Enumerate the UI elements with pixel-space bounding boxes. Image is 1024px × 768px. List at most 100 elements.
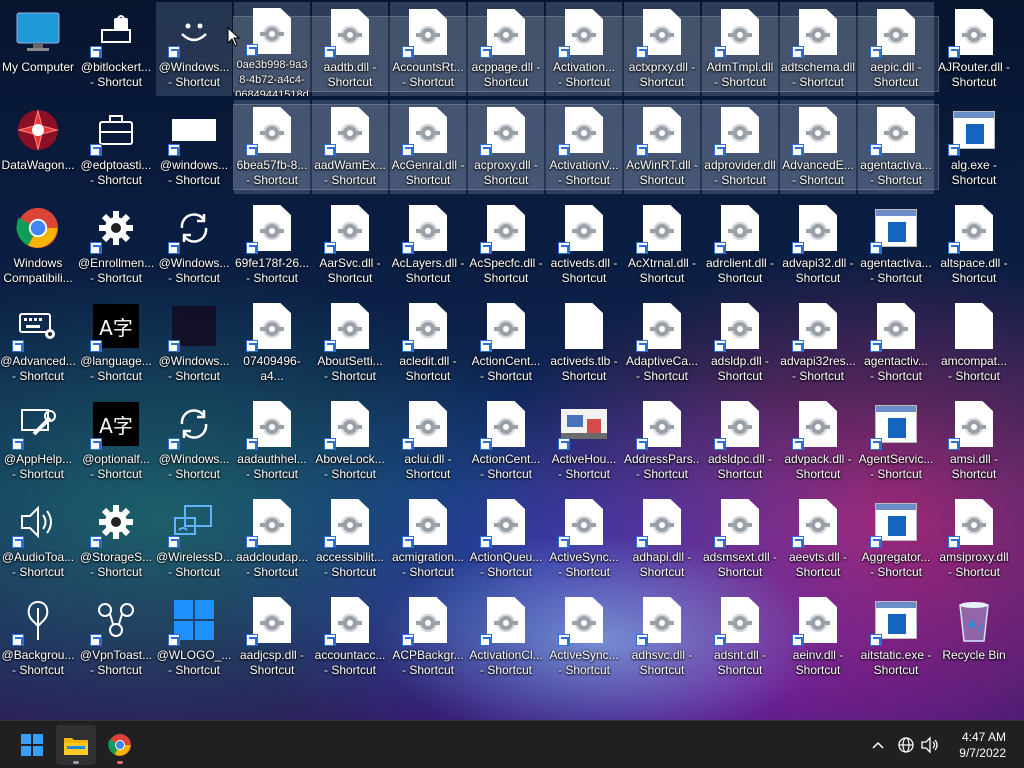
shortcut-arrow-icon <box>792 242 804 254</box>
desktop-icon[interactable]: ActiveSync... - Shortcut <box>546 492 622 586</box>
desktop-icon[interactable]: Windows Compatibili... <box>0 198 76 292</box>
desktop-icon[interactable]: aadWamEx... - Shortcut <box>312 100 388 194</box>
desktop-icon[interactable]: ActionCent... - Shortcut <box>468 296 544 390</box>
desktop-icon[interactable]: ActiveSync... - Shortcut <box>546 590 622 684</box>
desktop-icon[interactable]: Aggregator... - Shortcut <box>858 492 934 586</box>
desktop-icon[interactable]: A字 @language... - Shortcut <box>78 296 154 390</box>
desktop-icon[interactable]: adhapi.dll - Shortcut <box>624 492 700 586</box>
desktop-icon[interactable]: accessibilit... - Shortcut <box>312 492 388 586</box>
desktop-icon[interactable]: @edptoasti... - Shortcut <box>78 100 154 194</box>
desktop-icon[interactable]: @StorageS... - Shortcut <box>78 492 154 586</box>
desktop-icon[interactable]: aadjcsp.dll - Shortcut <box>234 590 310 684</box>
desktop-icon[interactable]: aadauthhel... - Shortcut <box>234 394 310 488</box>
desktop-icon[interactable]: DataWagon... <box>0 100 76 194</box>
desktop-icon[interactable]: 69fe178f-26... - Shortcut <box>234 198 310 292</box>
desktop-icon[interactable]: adsldpc.dll - Shortcut <box>702 394 778 488</box>
desktop-icon[interactable]: activeds.dll - Shortcut <box>546 198 622 292</box>
desktop-icon[interactable]: advapi32res... - Shortcut <box>780 296 856 390</box>
desktop-icon[interactable]: adsmsext.dll - Shortcut <box>702 492 778 586</box>
desktop-icon[interactable]: AcXtrnal.dll - Shortcut <box>624 198 700 292</box>
desktop-icon[interactable]: AcWinRT.dll - Shortcut <box>624 100 700 194</box>
desktop-icon[interactable]: AgentServic... - Shortcut <box>858 394 934 488</box>
desktop-icon[interactable]: 6bea57fb-8... - Shortcut <box>234 100 310 194</box>
desktop-icon[interactable]: ACPBackgr... - Shortcut <box>390 590 466 684</box>
desktop-icon[interactable]: @Enrollmen... - Shortcut <box>78 198 154 292</box>
desktop-icon[interactable]: aeinv.dll - Shortcut <box>780 590 856 684</box>
desktop-icon[interactable]: acmigration... - Shortcut <box>390 492 466 586</box>
chrome-button[interactable] <box>100 725 140 765</box>
desktop-icon[interactable]: agentactiv... - Shortcut <box>858 296 934 390</box>
desktop-icon[interactable]: activeds.tlb - Shortcut <box>546 296 622 390</box>
desktop-icon[interactable]: aclui.dll - Shortcut <box>390 394 466 488</box>
network-globe-icon[interactable] <box>896 733 916 757</box>
desktop-icon[interactable]: @Backgrou... - Shortcut <box>0 590 76 684</box>
desktop-icon[interactable]: AccountsRt... - Shortcut <box>390 2 466 96</box>
desktop-icon[interactable]: ActionCent... - Shortcut <box>468 394 544 488</box>
desktop-icon[interactable]: alg.exe - Shortcut <box>936 100 1012 194</box>
desktop-icon[interactable]: AcGenral.dll - Shortcut <box>390 100 466 194</box>
desktop-icon[interactable]: adsnt.dll - Shortcut <box>702 590 778 684</box>
show-hidden-icons-chevron-icon[interactable] <box>868 733 888 757</box>
desktop-icon[interactable]: @Windows... - Shortcut <box>156 296 232 390</box>
desktop-icon[interactable]: agentactiva... - Shortcut <box>858 100 934 194</box>
file-explorer-button[interactable] <box>56 725 96 765</box>
desktop-icon[interactable]: @Advanced... - Shortcut <box>0 296 76 390</box>
desktop-icon[interactable]: aeevts.dll - Shortcut <box>780 492 856 586</box>
desktop-icon[interactable]: ActivationV... - Shortcut <box>546 100 622 194</box>
desktop-icon[interactable]: AdaptiveCa... - Shortcut <box>624 296 700 390</box>
desktop-icon[interactable]: actxprxy.dll - Shortcut <box>624 2 700 96</box>
desktop-icon[interactable]: aadtb.dll - Shortcut <box>312 2 388 96</box>
desktop-icon[interactable]: A字 @optionalf... - Shortcut <box>78 394 154 488</box>
desktop-icon[interactable]: @AudioToa... - Shortcut <box>0 492 76 586</box>
desktop-icon[interactable]: ActiveHou... - Shortcut <box>546 394 622 488</box>
desktop-icon[interactable]: ActionQueu... - Shortcut <box>468 492 544 586</box>
desktop-icon[interactable]: adsldp.dll - Shortcut <box>702 296 778 390</box>
desktop-icon[interactable]: @VpnToast... - Shortcut <box>78 590 154 684</box>
desktop-icon[interactable]: advpack.dll - Shortcut <box>780 394 856 488</box>
desktop-icon[interactable]: aepic.dll - Shortcut <box>858 2 934 96</box>
taskbar-clock[interactable]: 4:47 AM 9/7/2022 <box>959 729 1006 761</box>
desktop-icon[interactable]: accountacc... - Shortcut <box>312 590 388 684</box>
desktop-icon[interactable]: adtschema.dll - Shortcut <box>780 2 856 96</box>
desktop-icon[interactable]: 0ae3b998-9a3 8-4b72-a4c4- 06849441518d _… <box>234 2 310 96</box>
desktop-icon[interactable]: @Windows... - Shortcut <box>156 2 232 96</box>
desktop-icon[interactable]: @Windows... - Shortcut <box>156 198 232 292</box>
volume-icon[interactable] <box>920 733 940 757</box>
desktop-icon[interactable]: amcompat... - Shortcut <box>936 296 1012 390</box>
desktop-icon[interactable]: My Computer <box>0 2 76 96</box>
desktop-icon[interactable]: adhsvc.dll - Shortcut <box>624 590 700 684</box>
desktop-icon[interactable]: ActivationCl... - Shortcut <box>468 590 544 684</box>
desktop-icon[interactable]: acppage.dll - Shortcut <box>468 2 544 96</box>
desktop-icon[interactable]: AboveLock... - Shortcut <box>312 394 388 488</box>
desktop-icon[interactable]: AcSpecfc.dll - Shortcut <box>468 198 544 292</box>
desktop-icon[interactable]: agentactiva... - Shortcut <box>858 198 934 292</box>
desktop-icon[interactable]: @WLOGO_... - Shortcut <box>156 590 232 684</box>
desktop-icon[interactable]: aadcloudap... - Shortcut <box>234 492 310 586</box>
desktop-icon[interactable]: Activation... - Shortcut <box>546 2 622 96</box>
desktop-icon[interactable]: amsi.dll - Shortcut <box>936 394 1012 488</box>
desktop-icon[interactable]: @WirelessD... - Shortcut <box>156 492 232 586</box>
desktop-icon[interactable]: @bitlockert... - Shortcut <box>78 2 154 96</box>
desktop-icon[interactable]: AarSvc.dll - Shortcut <box>312 198 388 292</box>
desktop-icon[interactable]: @Windows... - Shortcut <box>156 394 232 488</box>
start-button[interactable] <box>12 725 52 765</box>
desktop-icon[interactable]: adrclient.dll - Shortcut <box>702 198 778 292</box>
desktop-icon[interactable]: acledit.dll - Shortcut <box>390 296 466 390</box>
desktop-icon[interactable]: altspace.dll - Shortcut <box>936 198 1012 292</box>
desktop-icon[interactable]: AdmTmpl.dll - Shortcut <box>702 2 778 96</box>
desktop-icon[interactable]: @AppHelp... - Shortcut <box>0 394 76 488</box>
desktop-icon[interactable]: advapi32.dll - Shortcut <box>780 198 856 292</box>
desktop-icon[interactable]: amsiproxy.dll - Shortcut <box>936 492 1012 586</box>
desktop-icon[interactable]: AboutSetti... - Shortcut <box>312 296 388 390</box>
desktop-icon[interactable]: Recycle Bin <box>936 590 1012 684</box>
desktop[interactable]: My Computer @bitlockert... - Shortcut @Win… <box>0 0 1024 720</box>
desktop-icon[interactable]: aitstatic.exe - Shortcut <box>858 590 934 684</box>
desktop-icon[interactable]: 07409496-a4... - Shortcut <box>234 296 310 390</box>
desktop-icon[interactable]: AJRouter.dll - Shortcut <box>936 2 1012 96</box>
desktop-icon[interactable]: AcLayers.dll - Shortcut <box>390 198 466 292</box>
desktop-icon[interactable]: @windows... - Shortcut <box>156 100 232 194</box>
desktop-icon[interactable]: acproxy.dll - Shortcut <box>468 100 544 194</box>
desktop-icon[interactable]: AdvancedE... - Shortcut <box>780 100 856 194</box>
desktop-icon[interactable]: adprovider.dll - Shortcut <box>702 100 778 194</box>
desktop-icon[interactable]: AddressPars... - Shortcut <box>624 394 700 488</box>
